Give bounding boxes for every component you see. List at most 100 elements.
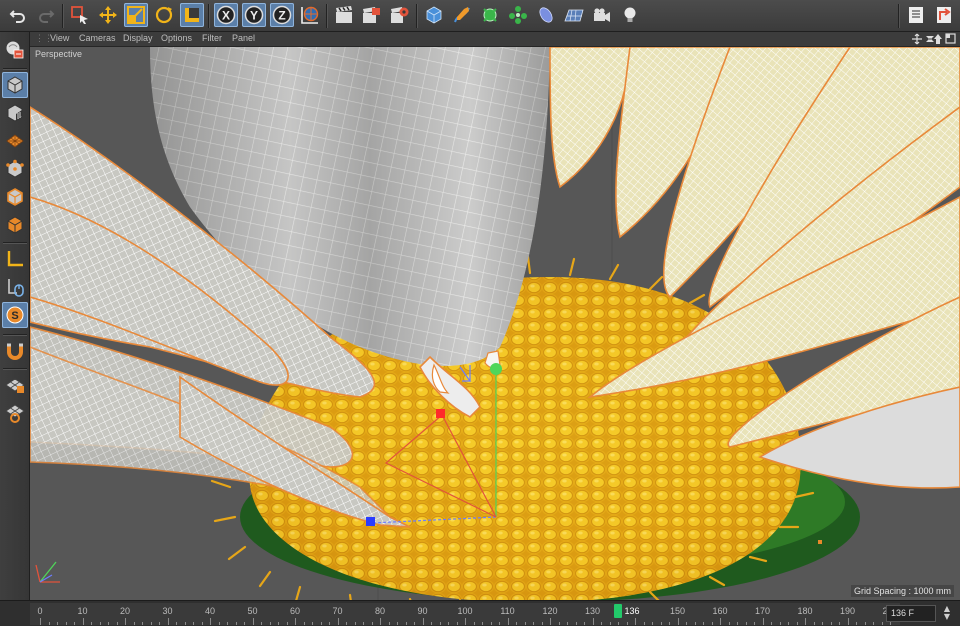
timeline-tick [125, 618, 126, 625]
render-settings-icon[interactable] [388, 3, 412, 27]
points-mode-icon[interactable] [2, 128, 28, 154]
render-picture-viewer-icon[interactable] [360, 3, 384, 27]
redo-icon[interactable] [34, 3, 58, 27]
timeline-tick [235, 622, 237, 625]
timeline-tick [388, 622, 390, 625]
world-axis-icon[interactable] [298, 3, 322, 27]
floor-icon[interactable] [562, 3, 586, 27]
magnet-icon[interactable] [2, 338, 28, 364]
make-editable-icon[interactable] [2, 36, 28, 62]
timeline-tick [201, 622, 203, 625]
frame-field[interactable]: 136 F [886, 605, 936, 622]
daisy-scene [30, 47, 960, 600]
timeline-tick-label: 190 [839, 606, 856, 616]
layout-icon[interactable] [904, 3, 928, 27]
perspective-viewport[interactable]: Perspective Grid Spacing : 1000 mm [30, 47, 960, 600]
timeline-tick [40, 618, 41, 625]
timeline-tick-label: 100 [457, 606, 473, 616]
timeline-tick [669, 622, 670, 625]
timeline-tick [524, 622, 526, 625]
camera-icon[interactable] [590, 3, 614, 27]
x-axis-icon[interactable]: X [214, 3, 238, 27]
undo-icon[interactable] [6, 3, 30, 27]
solo-mode-icon[interactable] [2, 274, 28, 300]
timeline-tick-label: 60 [289, 606, 301, 616]
timeline-tick [431, 622, 432, 625]
timeline-tick [286, 622, 288, 625]
timeline-tick-label: 110 [500, 606, 515, 616]
menu-cameras[interactable]: Cameras [79, 33, 116, 43]
polygons-mode-icon[interactable] [2, 184, 28, 210]
timeline-tick [269, 622, 271, 625]
timeline-tick [82, 618, 84, 625]
timeline-tick [439, 622, 441, 625]
viewport-camera-label: Perspective [35, 49, 83, 59]
workplane-icon[interactable] [2, 372, 28, 398]
subdivision-surface-icon[interactable] [478, 3, 502, 27]
timeline-tick [74, 622, 75, 625]
timeline-tick [320, 622, 322, 625]
timeline-tick [227, 622, 228, 625]
timeline-tick [839, 622, 840, 625]
deformer-icon[interactable] [534, 3, 558, 27]
timeline-tick [57, 622, 58, 625]
live-select-icon[interactable] [68, 3, 92, 27]
timeline-tick [771, 622, 772, 625]
menu-panel[interactable]: Panel [232, 33, 255, 43]
timeline-tick [142, 622, 143, 625]
timeline-tick [312, 622, 313, 625]
timeline-tick [490, 622, 492, 625]
timeline-tick [159, 622, 160, 625]
timeline-tick [380, 618, 381, 625]
timeline-tick-label: 160 [712, 606, 728, 616]
timeline-ruler[interactable]: 0 10 20 30 40 50 60 70 80 90 100 110 120 130 136 150 160… [30, 603, 900, 625]
timeline-tick [813, 622, 815, 625]
menu-view[interactable]: View [50, 33, 69, 43]
model-mode-icon[interactable] [2, 72, 28, 98]
svg-text:S: S [11, 310, 18, 322]
timeline-tick-label: 90 [417, 606, 428, 616]
timeline-tick [618, 622, 619, 625]
timeline-tick [686, 622, 687, 625]
timeline-tick [116, 622, 118, 625]
coordinate-system-icon[interactable] [180, 3, 204, 27]
axis-mode-icon[interactable] [2, 212, 28, 238]
timeline-tick-label: 10 [77, 606, 88, 616]
timeline-tick [762, 618, 764, 625]
menu-filter[interactable]: Filter [202, 33, 222, 43]
timeline-tick [91, 622, 92, 625]
timeline-tick [575, 622, 577, 625]
timeline-tick [660, 622, 662, 625]
render-view-icon[interactable] [332, 3, 356, 27]
light-icon[interactable] [618, 3, 642, 27]
z-axis-icon[interactable]: Z [270, 3, 294, 27]
timeline-tick [465, 618, 466, 625]
tweak-mode-icon[interactable] [2, 246, 28, 272]
snapping-icon[interactable]: S [2, 302, 28, 328]
viewport-navigation-icons[interactable] [912, 33, 956, 45]
timeline-tick-label: 70 [332, 606, 343, 616]
timeline-tick-label: 136 [624, 606, 640, 616]
cloner-icon[interactable] [506, 3, 530, 27]
rotate-icon[interactable] [152, 3, 176, 27]
layout-switch-icon[interactable] [932, 3, 956, 27]
y-axis-icon[interactable]: Y [242, 3, 266, 27]
timeline-playhead[interactable] [614, 604, 622, 618]
edges-mode-icon[interactable] [2, 156, 28, 182]
cube-icon[interactable] [422, 3, 446, 27]
pen-spline-icon[interactable] [450, 3, 474, 27]
workplane-lock-icon[interactable] [2, 400, 28, 426]
timeline-tick [601, 622, 602, 625]
menu-options[interactable]: Options [161, 33, 192, 43]
timeline-tick [856, 622, 857, 625]
timeline-tick [295, 618, 296, 625]
timeline-tick [728, 622, 730, 625]
move-icon[interactable] [96, 3, 120, 27]
scale-icon[interactable] [124, 3, 148, 27]
timeline-tick [779, 622, 781, 625]
timeline-tick [796, 622, 798, 625]
frame-stepper-icon[interactable]: ▲ ▼ [940, 605, 954, 622]
menu-display[interactable]: Display [123, 33, 153, 43]
texture-mode-icon[interactable] [2, 100, 28, 126]
timeline-tick [414, 622, 415, 625]
